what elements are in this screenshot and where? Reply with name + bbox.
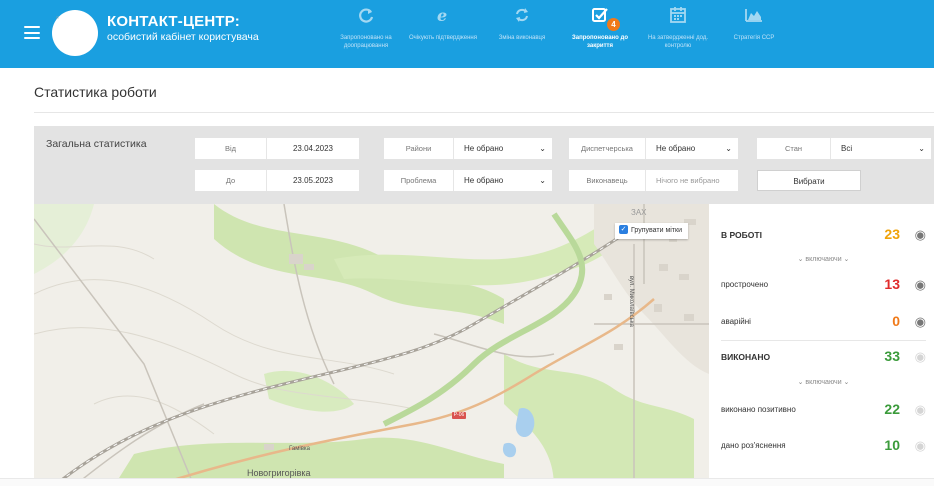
district-label: ЗАХ [631,208,647,217]
eye-icon[interactable]: ◉ [915,403,926,417]
districts-select-value: Не обрано [464,144,504,153]
eye-icon[interactable]: ◉ [915,278,926,292]
from-date-label: Від [195,138,267,159]
stat-label: виконано позитивно [721,405,796,414]
nav-item-revision[interactable]: Запропоновано на доопрацювання [330,6,402,50]
executor-select[interactable]: Нічого не вибрано [646,170,738,191]
stat-label: ВИКОНАНО [721,352,771,362]
stat-done-positive: виконано позитивно 22 ◉ [721,399,926,423]
dispatch-select-value: Не обрано [656,144,696,153]
dispatch-select[interactable]: Не обрано ⌄ [646,138,738,159]
stat-value: 0 [892,313,900,329]
chevron-down-icon: ⌄ [918,144,925,153]
chevron-down-icon: ⌄ [725,144,732,153]
village-label: Гамівка [289,446,310,452]
stat-done: ВИКОНАНО 33 ◉ [721,346,926,370]
to-date-label: До [195,170,267,191]
stat-label: прострочено [721,280,769,289]
eye-icon[interactable]: ◉ [915,439,926,453]
nav-item-strategy[interactable]: Стратегія ССР [718,6,790,42]
brand-title: КОНТАКТ-ЦЕНТР: [107,13,240,30]
nav-item-change-executor[interactable]: Зміна виконавця [486,6,558,42]
state-select[interactable]: Всі ⌄ [831,138,931,159]
eye-icon[interactable]: ◉ [915,228,926,242]
street-label: вул. Миколаївська [628,276,634,327]
filter-section-title: Загальна статистика [46,138,147,150]
eye-icon[interactable]: ◉ [915,350,926,364]
nav-label: Запропоновано до закриття [571,35,628,49]
stat-explained: дано роз'яснення 10 ◉ [721,435,926,459]
page-title: Статистика роботи [34,84,157,100]
dispatch-label: Диспетчерська [569,138,646,159]
districts-select[interactable]: Не обрано ⌄ [454,138,552,159]
stats-panel: В РОБОТІ 23 ◉ ⌄ включаючи ⌄ прострочено … [709,204,934,486]
stat-label: аварійні [721,317,751,326]
count-badge: 4 [607,18,620,31]
top-navbar: ▫ КОНТАКТ-ЦЕНТР: особистий кабінет корис… [0,0,934,68]
problem-select-value: Не обрано [464,176,504,185]
stat-value: 10 [884,437,900,453]
districts-label: Райони [384,138,454,159]
broken-image-icon: ▫ [56,13,59,22]
stat-value: 23 [884,226,900,242]
divider [721,340,926,341]
stat-label: дано роз'яснення [721,441,786,450]
select-button[interactable]: Вибрати [757,170,861,191]
nav-item-approval[interactable]: На затвердженні дод. контролю [642,6,714,50]
nav-label: Стратегія ССР [733,35,775,41]
brand-subtitle: особистий кабінет користувача [107,31,259,43]
nav-label: Зміна виконавця [498,35,546,41]
stat-overdue: прострочено 13 ◉ [721,274,926,298]
to-date-input[interactable]: 23.05.2023 [267,170,359,191]
nav-label: Запропоновано на доопрацювання [340,35,392,49]
state-select-value: Всі [841,144,853,153]
hamburger-menu-icon[interactable] [24,26,40,39]
divider [34,112,934,113]
town-label: Новогригорівка [247,468,311,478]
including-toggle[interactable]: ⌄ включаючи ⌄ [721,378,926,386]
executor-label: Виконавець [569,170,646,191]
group-markers-label: Групувати мітки [631,227,682,234]
problem-label: Проблема [384,170,454,191]
bottom-strip [0,478,934,486]
area-chart-icon [718,6,790,28]
browser-e-icon: e [407,6,479,28]
nav-label: Очікують підтвердження [409,35,477,41]
road-sign: Р-06 [452,412,466,419]
chevron-down-icon: ⌄ [539,176,546,185]
stat-value: 33 [884,348,900,364]
executor-select-value: Нічого не вибрано [656,176,720,185]
stat-in-work: В РОБОТІ 23 ◉ [721,224,926,248]
state-label: Стан [757,138,831,159]
svg-text:e: e [437,6,447,24]
stat-value: 13 [884,276,900,292]
checkbox-checked-icon[interactable]: ✓ [619,224,628,234]
nav-item-awaiting[interactable]: e Очікують підтвердження [407,6,479,42]
map-canvas [34,204,709,486]
group-markers-toggle[interactable]: ✓ Групувати мітки [615,223,688,239]
chevron-down-icon: ⌄ [539,144,546,153]
nav-label: На затвердженні дод. контролю [647,35,709,49]
checkbox-icon [564,6,636,28]
filter-panel: Загальна статистика Від 23.04.2023 Район… [34,126,934,204]
calendar-icon [642,6,714,28]
logo: ▫ [52,10,98,56]
refresh-icon [330,6,402,28]
problem-select[interactable]: Не обрано ⌄ [454,170,552,191]
stat-emergency: аварійні 0 ◉ [721,311,926,335]
eye-icon[interactable]: ◉ [915,315,926,329]
stat-value: 22 [884,401,900,417]
including-toggle[interactable]: ⌄ включаючи ⌄ [721,255,926,263]
sync-icon [486,6,558,28]
map-view[interactable]: ЗАХ вул. Миколаївська Гамівка Р-06 Новог… [34,204,709,486]
stat-label: В РОБОТІ [721,230,762,240]
from-date-input[interactable]: 23.04.2023 [267,138,359,159]
nav-item-to-close[interactable]: 4 Запропоновано до закриття [564,6,636,50]
